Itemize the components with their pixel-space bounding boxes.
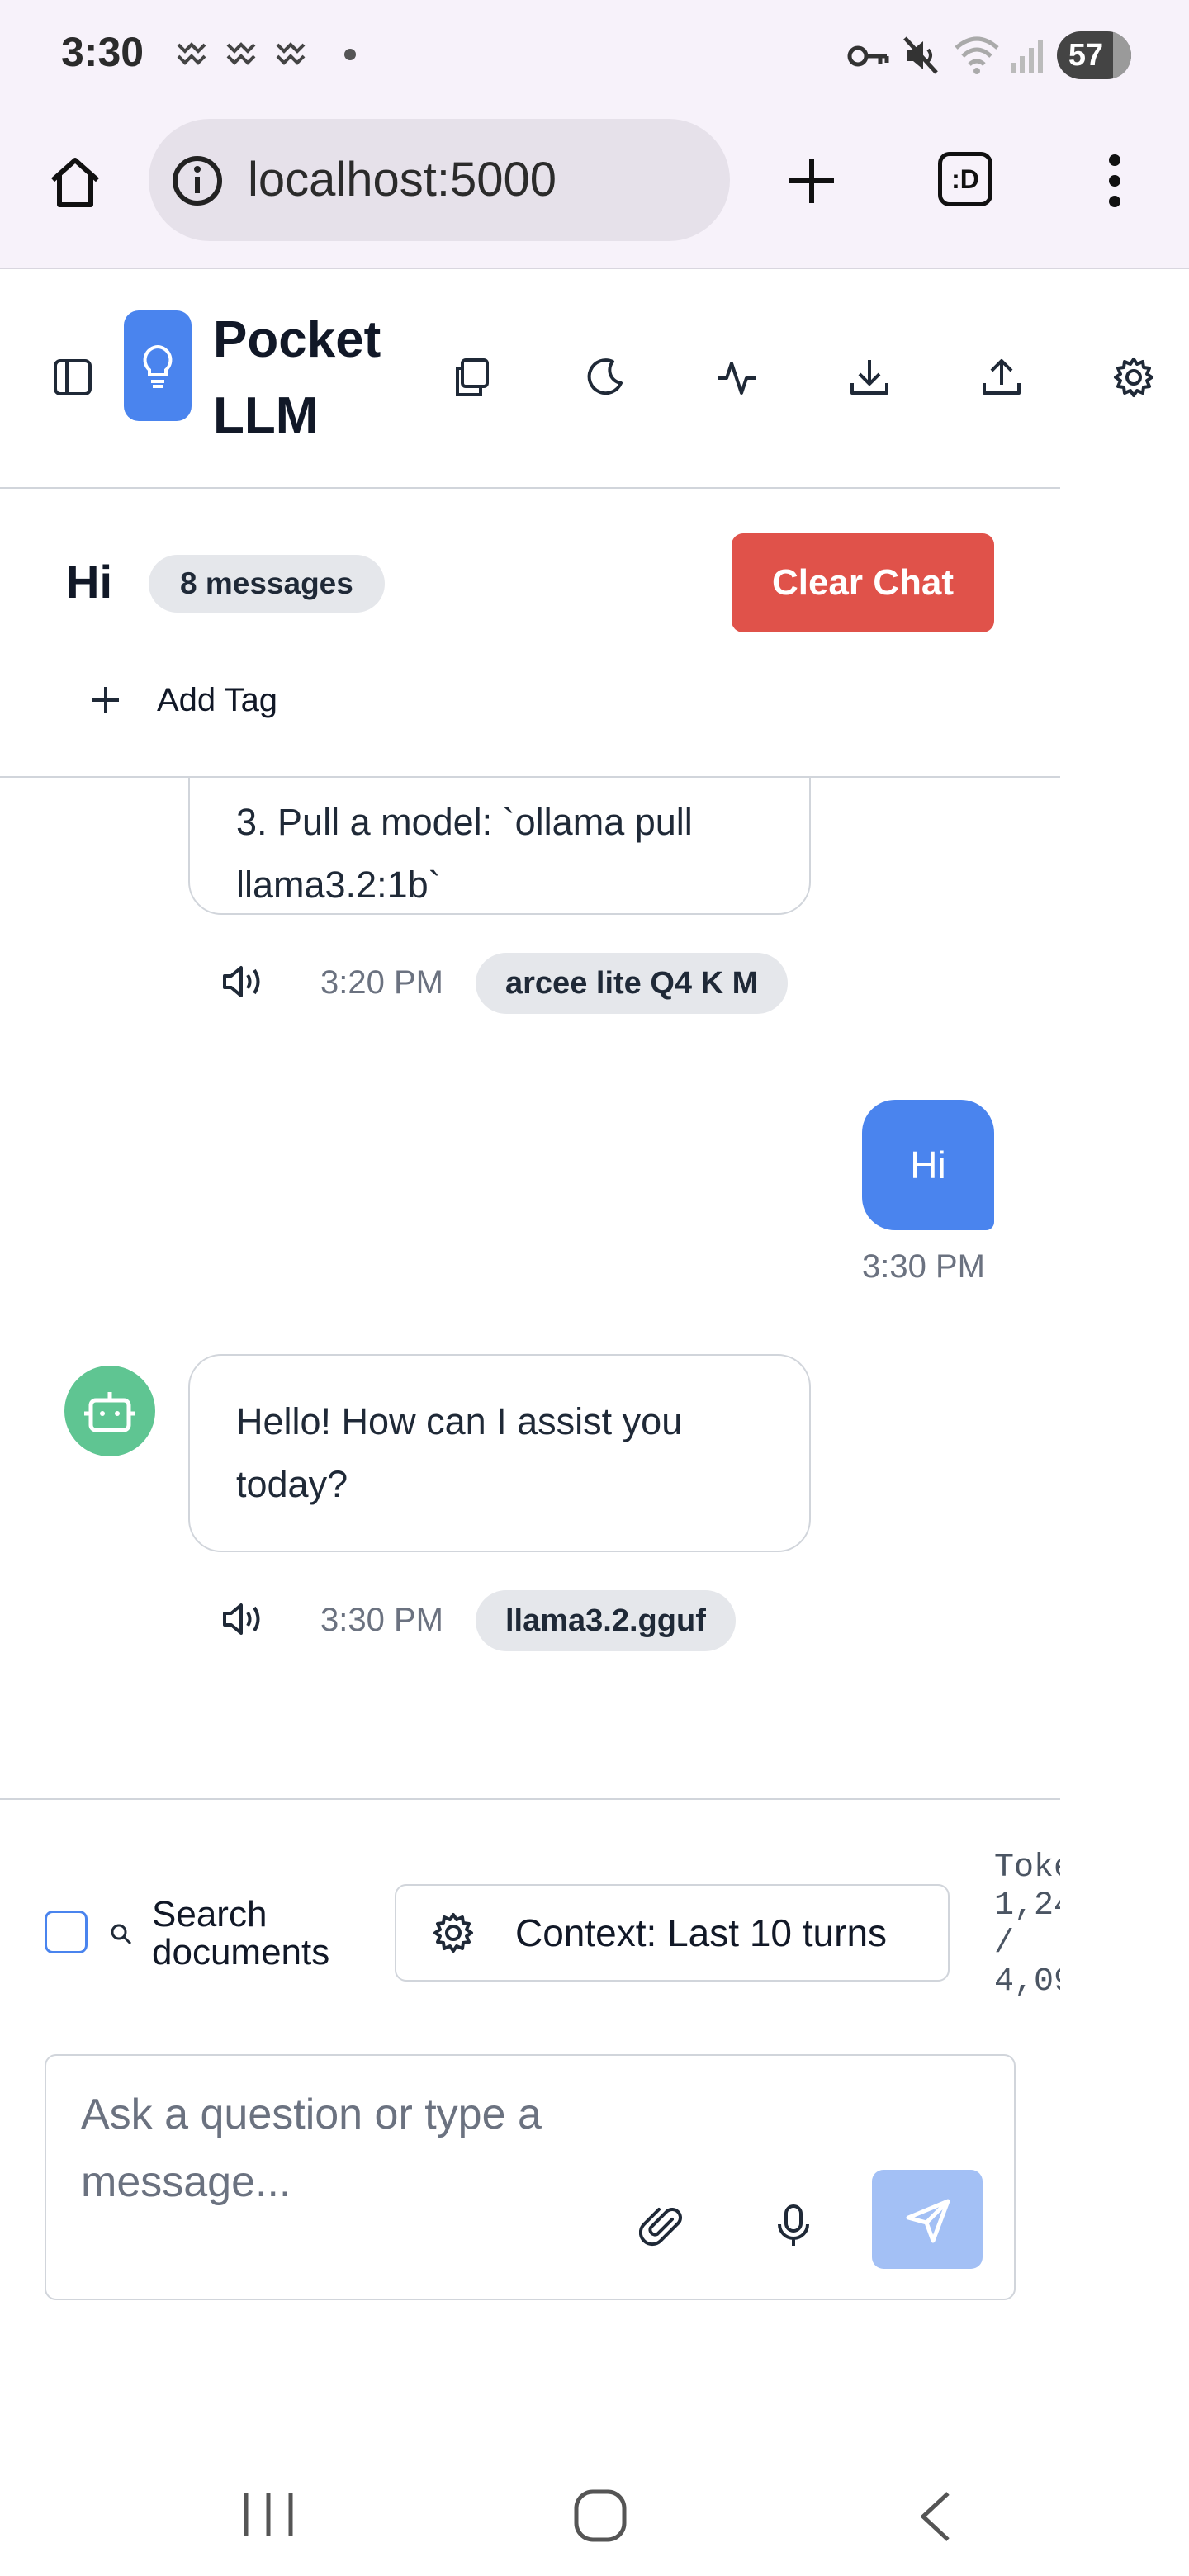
microphone-icon[interactable]	[775, 2203, 812, 2249]
add-tag-button[interactable]: Add Tag	[89, 670, 277, 730]
assistant-message-bubble: 3. Pull a model: `ollama pull llama3.2:1…	[188, 778, 811, 915]
speaker-icon[interactable]	[221, 1600, 266, 1638]
battery-level: 57	[1068, 38, 1104, 73]
download-icon[interactable]	[849, 357, 890, 398]
sidebar-toggle-icon[interactable]	[53, 358, 92, 396]
chat-title: Hi	[66, 556, 112, 608]
upload-icon[interactable]	[981, 357, 1022, 398]
bot-avatar	[64, 1366, 155, 1456]
message-placeholder: Ask a question or type a message...	[81, 2091, 542, 2206]
battery-indicator: 57	[1057, 31, 1131, 79]
message-count-badge: 8 messages	[149, 555, 385, 613]
recent-apps-icon[interactable]	[241, 2490, 296, 2540]
message-time: 3:30 PM	[320, 1602, 443, 1638]
message-line: Hello! How can I assist you	[236, 1400, 683, 1442]
signal-icon	[1009, 38, 1044, 74]
attach-icon[interactable]	[639, 2203, 685, 2249]
message-line: today?	[236, 1463, 348, 1505]
mute-icon	[902, 35, 940, 76]
url-text[interactable]: localhost:5000	[248, 152, 557, 207]
search-documents-label[interactable]: Search documents	[152, 1896, 367, 1972]
send-button[interactable]	[872, 2170, 983, 2269]
system-navigation-bar	[0, 2444, 1189, 2576]
plus-icon	[92, 687, 119, 713]
key-icon	[847, 41, 890, 71]
context-label: Context: Last 10 turns	[515, 1911, 888, 1954]
assistant-message-bubble: Hello! How can I assist you today?	[188, 1354, 811, 1552]
search-documents-checkbox[interactable]	[45, 1911, 88, 1953]
dark-mode-icon[interactable]	[585, 357, 626, 398]
copy-icon[interactable]	[451, 357, 492, 398]
wifi-icon	[953, 33, 1001, 76]
tab-switcher-label: :D	[951, 164, 979, 194]
composer-divider	[0, 1798, 1060, 1800]
home-button-icon[interactable]	[573, 2488, 628, 2543]
back-icon[interactable]	[917, 2490, 955, 2543]
token-counter: Tokens 1,24 / 4,09	[994, 1849, 1060, 2001]
bot-icon	[84, 1392, 135, 1432]
clear-chat-button[interactable]: Clear Chat	[732, 533, 994, 632]
lightbulb-icon	[143, 344, 173, 388]
settings-gear-icon[interactable]	[1113, 357, 1154, 398]
model-badge: arcee lite Q4 K M	[476, 953, 789, 1014]
message-line: 3. Pull a model: `ollama pull	[236, 801, 693, 843]
user-message-bubble: Hi	[862, 1100, 994, 1230]
send-icon	[906, 2199, 950, 2243]
message-list[interactable]: 3. Pull a model: `ollama pull llama3.2:1…	[0, 778, 1060, 1798]
message-time: 3:30 PM	[862, 1248, 985, 1285]
header-divider	[0, 487, 1060, 489]
message-input[interactable]: Ask a question or type a message...	[45, 2054, 1016, 2300]
message-line: llama3.2:1b`	[236, 864, 441, 906]
app-title: Pocket LLM	[213, 311, 381, 444]
home-icon[interactable]	[46, 154, 104, 211]
site-info-icon[interactable]	[170, 154, 225, 208]
new-tab-icon[interactable]	[784, 154, 839, 208]
notification-icons	[175, 38, 381, 71]
tab-switcher-button[interactable]: :D	[938, 152, 992, 206]
browser-menu-icon[interactable]	[1098, 154, 1131, 208]
browser-chrome: 3:30 57 localhost:5000:D	[0, 0, 1189, 269]
status-time: 3:30	[61, 29, 144, 75]
app-logo	[124, 310, 192, 421]
context-settings-button[interactable]: Context: Last 10 turns	[395, 1884, 950, 1982]
message-time: 3:20 PM	[320, 964, 443, 1001]
add-tag-label: Add Tag	[157, 681, 278, 718]
model-badge: llama3.2.gguf	[476, 1590, 736, 1651]
activity-icon[interactable]	[717, 357, 758, 398]
speaker-icon[interactable]	[221, 963, 266, 1001]
gear-icon	[433, 1912, 474, 1953]
search-icon	[109, 1922, 134, 1947]
